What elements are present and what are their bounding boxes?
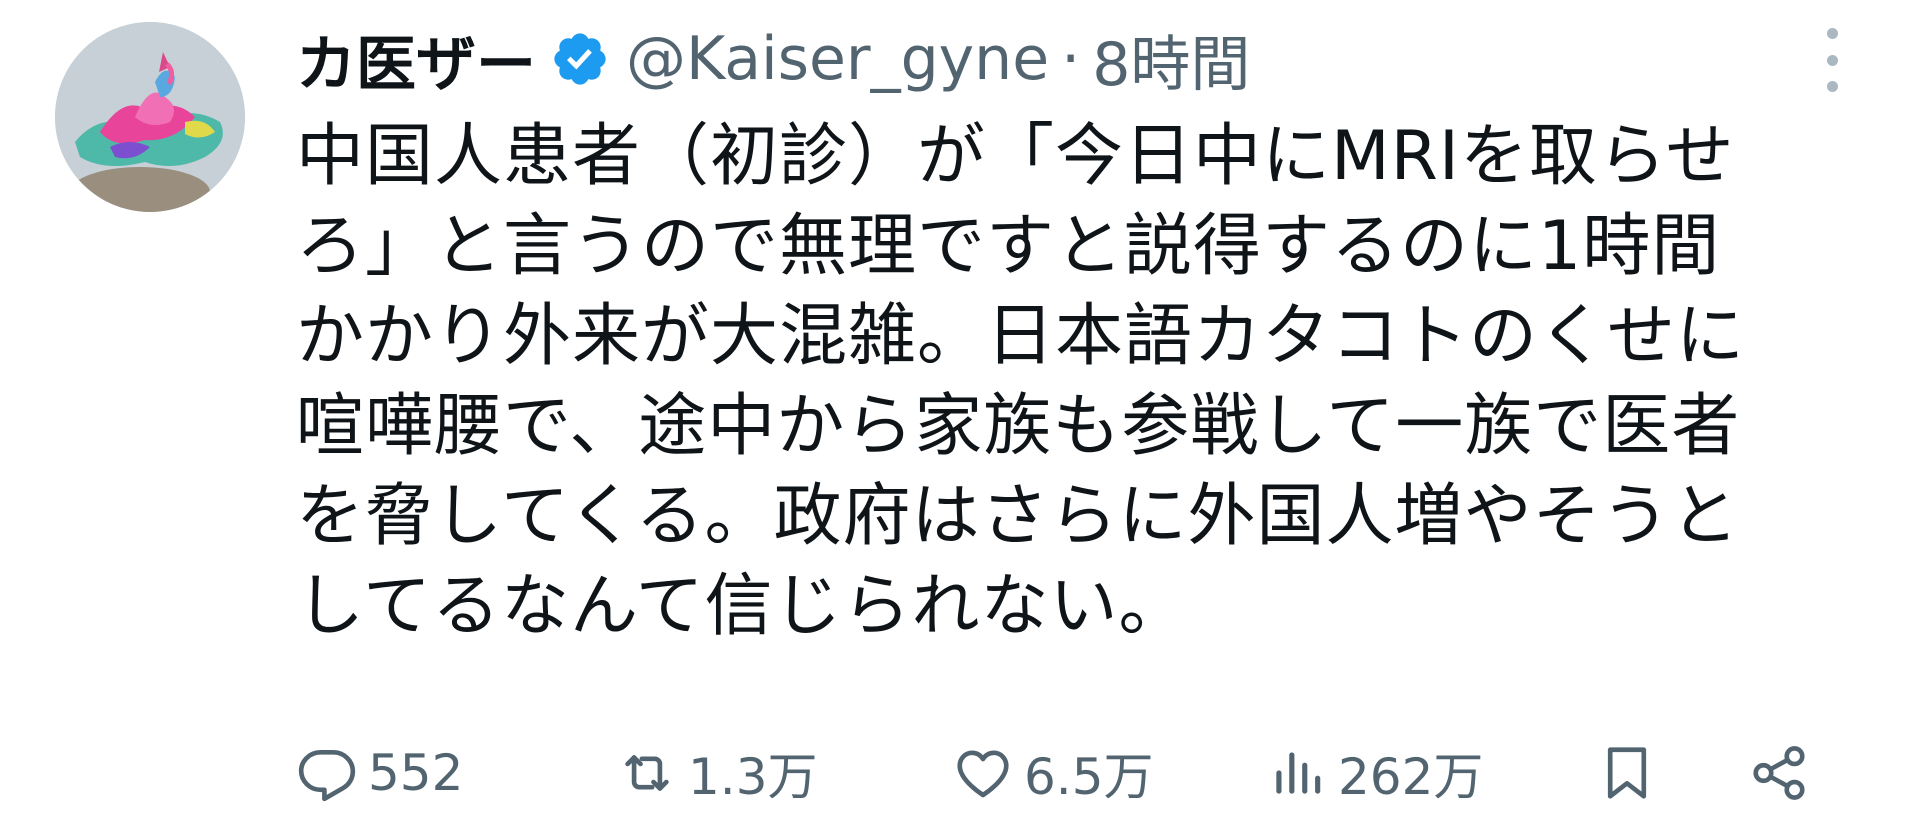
- views-count: 262万: [1338, 748, 1484, 806]
- views-chart-icon: [1266, 742, 1328, 804]
- share-button[interactable]: [1748, 738, 1820, 808]
- tweet-text-line: 喧嘩腰で、途中から家族も参戦して一族で医者: [296, 387, 1741, 466]
- handle[interactable]: @Kaiser_gyne: [626, 24, 1049, 94]
- avatar[interactable]: [55, 22, 245, 212]
- retweet-icon: [616, 742, 678, 804]
- action-bar: 552 1.3万 6.5万 262万: [296, 738, 1876, 808]
- tweet-text-line: 中国人患者（初診）が「今日中にMRIを取らせ: [296, 117, 1735, 196]
- timestamp[interactable]: 8時間: [1092, 16, 1250, 103]
- reply-icon: [296, 742, 358, 804]
- share-icon: [1748, 742, 1810, 804]
- verified-badge-icon: [550, 29, 610, 89]
- tweet-text-line: してるなんて信じられない。: [296, 567, 1188, 646]
- avatar-image: [55, 22, 245, 212]
- bookmark-button[interactable]: [1596, 738, 1668, 808]
- tweet-header: カ医ザー @Kaiser_gyne · 8時間: [296, 14, 1250, 104]
- separator-dot: ·: [1061, 24, 1081, 94]
- tweet-text: 中国人患者（初診）が「今日中にMRIを取らせ ろ」と言うので無理ですと説得するの…: [296, 112, 1876, 652]
- like-button[interactable]: 6.5万: [952, 738, 1154, 808]
- tweet[interactable]: カ医ザー @Kaiser_gyne · 8時間 中国人患者（初診）が「今日中にM…: [0, 0, 1920, 813]
- tweet-text-line: を脅してくる。政府はさらに外国人増やそうと: [296, 477, 1740, 556]
- tweet-text-line: かかり外来が大混雑。日本語カタコトのくせに: [296, 297, 1746, 376]
- reply-count: 552: [368, 744, 464, 802]
- bookmark-icon: [1596, 742, 1658, 804]
- display-name[interactable]: カ医ザー: [296, 16, 536, 103]
- views-button[interactable]: 262万: [1266, 738, 1483, 808]
- heart-icon: [952, 742, 1014, 804]
- reply-button[interactable]: 552: [296, 738, 463, 808]
- more-options-icon[interactable]: [1812, 28, 1852, 92]
- retweet-count: 1.3万: [688, 748, 818, 806]
- tweet-text-line: ろ」と言うので無理ですと説得するのに1時間: [296, 207, 1721, 286]
- like-count: 6.5万: [1024, 748, 1154, 806]
- retweet-button[interactable]: 1.3万: [616, 738, 818, 808]
